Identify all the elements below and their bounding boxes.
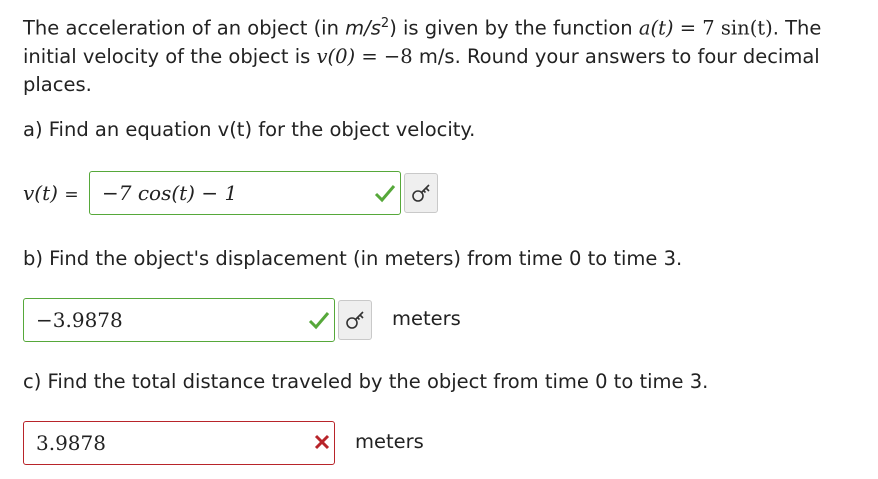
velocity-equals: =	[64, 185, 79, 205]
initial-velocity-lhs: v(0)	[316, 44, 356, 68]
velocity-answer-field[interactable]: −7 cos(t) − 1	[89, 171, 401, 215]
part-b-question: b) Find the object's displacement (in me…	[23, 247, 683, 270]
problem-statement: The acceleration of an object (in m/s2) …	[23, 10, 863, 99]
unit-exponent: 2	[380, 16, 390, 31]
intro-text-1: The acceleration of an object (in	[23, 16, 346, 40]
acceleration-lhs: a(t)	[638, 16, 674, 40]
key-icon	[412, 184, 430, 202]
velocity-label: v(t) =	[23, 181, 79, 205]
x-mark-icon	[314, 434, 330, 450]
part-a-question: a) Find an equation v(t) for the object …	[23, 118, 476, 141]
part-c-question: c) Find the total distance traveled by t…	[23, 370, 709, 393]
unit-base: m/s	[345, 16, 381, 40]
velocity-label-text: v(t)	[23, 181, 58, 205]
distance-answer-value: 3.9878	[36, 431, 106, 455]
distance-answer-field[interactable]: 3.9878	[23, 421, 335, 465]
answer-key-button-a[interactable]	[404, 173, 438, 213]
intro-text-2: ) is given by the function	[389, 16, 639, 40]
velocity-answer-value: −7 cos(t) − 1	[102, 181, 238, 205]
displacement-answer-value: −3.9878	[36, 308, 123, 332]
initial-velocity-eq: =	[355, 44, 384, 68]
acceleration-rhs: 7 sin(t)	[702, 16, 773, 40]
key-icon	[346, 311, 364, 329]
checkmark-icon	[374, 185, 396, 203]
initial-velocity-rhs: −8	[383, 44, 413, 68]
distance-units: meters	[355, 430, 424, 453]
displacement-units: meters	[392, 307, 461, 330]
checkmark-icon	[308, 312, 330, 330]
acceleration-eq: =	[673, 16, 703, 40]
displacement-answer-field[interactable]: −3.9878	[23, 298, 335, 342]
answer-key-button-b[interactable]	[338, 300, 372, 340]
